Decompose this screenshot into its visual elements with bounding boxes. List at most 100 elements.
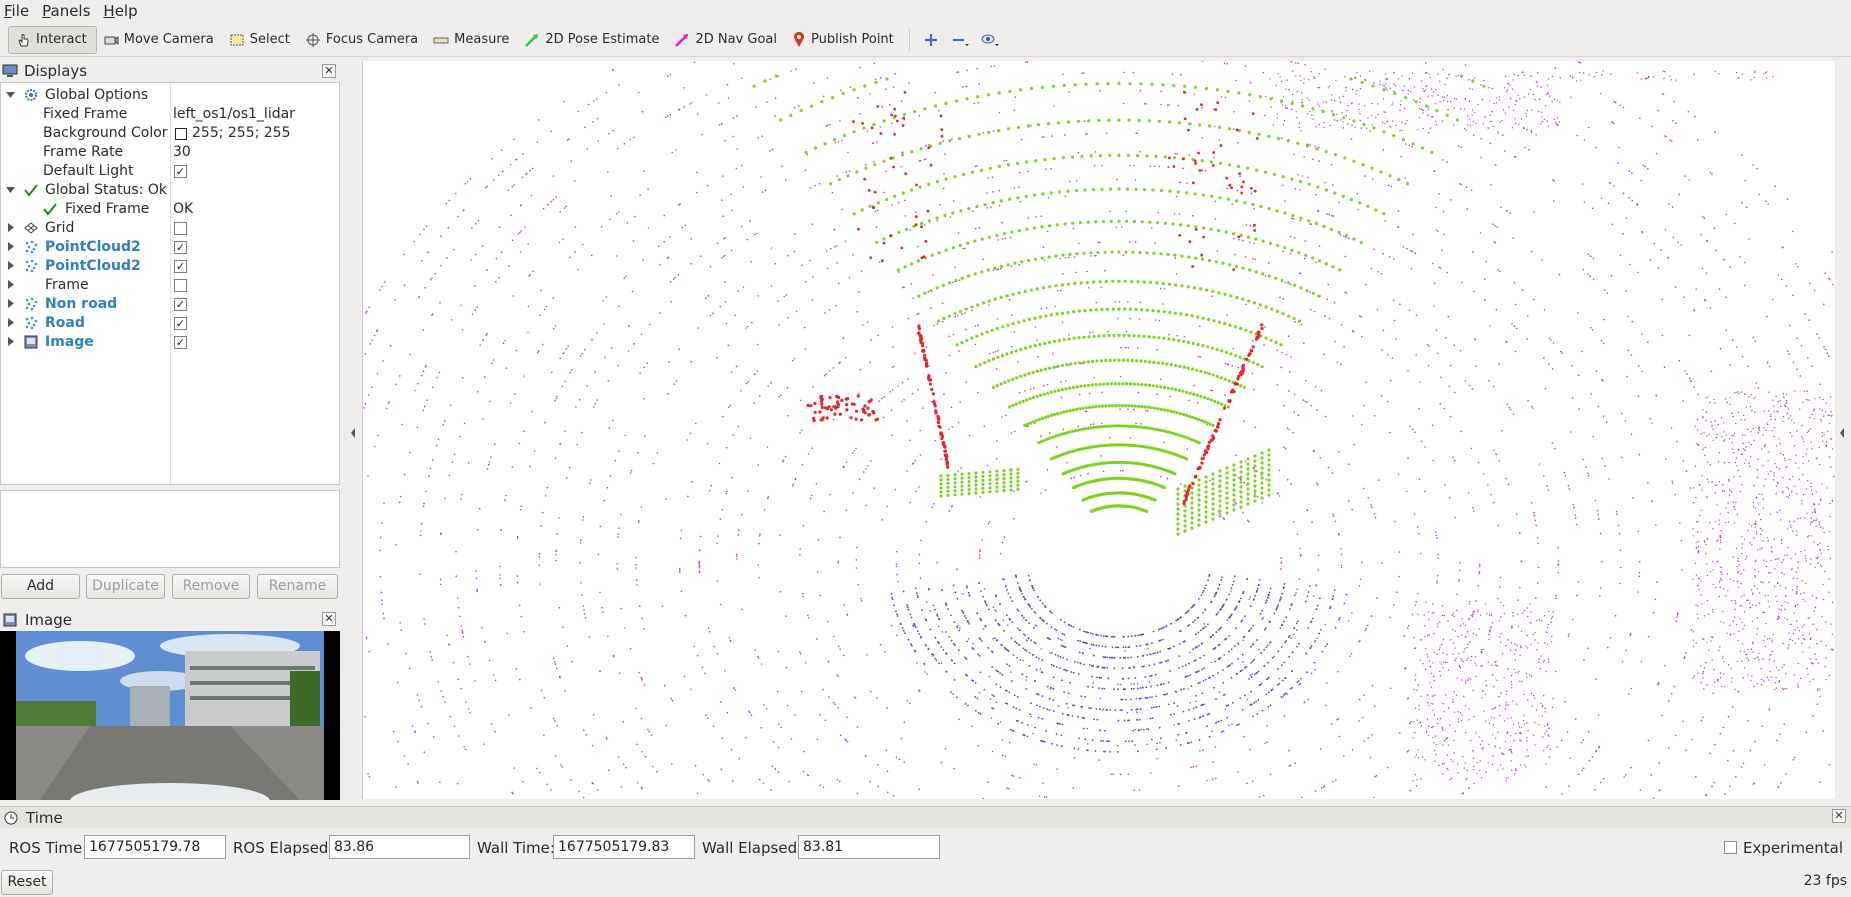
grid-icon (24, 222, 38, 234)
point-cloud-icon (25, 297, 38, 311)
wall-elapsed-label: Wall Elapsed: (702, 839, 803, 857)
default-light-label: Default Light (43, 163, 134, 179)
tree-row-fixed-frame[interactable]: Fixed Frame left_os1/os1_lidar (1, 105, 339, 124)
tree-row-pointcloud2-1[interactable]: PointCloud2 ✓ (1, 238, 339, 257)
reset-button[interactable]: Reset (1, 870, 53, 895)
nav-goal-label: 2D Nav Goal (695, 32, 778, 47)
minus-icon (952, 38, 969, 46)
display-item-label: PointCloud2 (45, 239, 141, 255)
time-panel-close-button[interactable]: ✕ (1832, 809, 1846, 823)
displays-tree: Global Options Fixed Frame left_os1/os1_… (0, 82, 340, 485)
frame-rate-value[interactable]: 30 (173, 144, 191, 160)
tree-row-default-light[interactable]: Default Light ✓ (1, 162, 339, 181)
plus-icon (924, 33, 937, 46)
experimental-checkbox[interactable] (1724, 841, 1737, 854)
color-swatch[interactable] (175, 128, 187, 140)
collapse-right-arrow-icon[interactable] (1837, 425, 1847, 441)
tree-row-image[interactable]: Image ✓ (1, 333, 339, 352)
duplicate-display-button[interactable]: Duplicate (86, 574, 165, 599)
hand-pointer-icon (18, 33, 29, 46)
tree-row-frame[interactable]: Frame (1, 276, 339, 295)
wall-time-field[interactable] (553, 835, 695, 859)
frame-checkbox[interactable] (174, 279, 187, 292)
expand-down-arrow-icon[interactable] (6, 185, 15, 194)
expand-right-arrow-icon[interactable] (6, 280, 15, 289)
image-panel-close-button[interactable]: ✕ (322, 612, 336, 626)
experimental-label: Experimental (1743, 839, 1844, 857)
display-buttons: Add Duplicate Remove Rename (0, 574, 340, 600)
menu-file[interactable]: File (4, 2, 29, 20)
measure-label: Measure (454, 32, 510, 47)
collapse-left-arrow-icon[interactable] (348, 425, 358, 441)
publish-point-label: Publish Point (811, 32, 894, 47)
image-checkbox[interactable]: ✓ (174, 336, 187, 349)
tree-row-global-options[interactable]: Global Options (1, 86, 339, 105)
pointcloud2-checkbox[interactable]: ✓ (174, 260, 187, 273)
tree-row-background-color[interactable]: Background Color 255; 255; 255 (1, 124, 339, 143)
point-cloud-render[interactable] (363, 61, 1835, 799)
tree-row-non-road[interactable]: Non road ✓ (1, 295, 339, 314)
tree-row-pointcloud2-2[interactable]: PointCloud2 ✓ (1, 257, 339, 276)
add-display-button[interactable]: Add (1, 574, 80, 599)
3d-viewport[interactable] (362, 61, 1835, 799)
frame-rate-label: Frame Rate (43, 144, 124, 160)
ros-elapsed-field[interactable] (329, 835, 470, 859)
expand-right-arrow-icon[interactable] (6, 261, 15, 270)
point-cloud-icon (25, 259, 38, 273)
displays-close-button[interactable]: ✕ (322, 64, 336, 78)
clock-icon (4, 811, 18, 824)
nav-goal-tool-button[interactable]: 2D Nav Goal (668, 26, 786, 54)
global-options-label: Global Options (45, 87, 149, 103)
tree-row-road[interactable]: Road ✓ (1, 314, 339, 333)
focus-camera-tool-button[interactable]: Focus Camera (299, 26, 427, 54)
grid-checkbox[interactable] (174, 222, 187, 235)
status-fixed-frame-label: Fixed Frame (65, 201, 150, 217)
select-label: Select (249, 32, 290, 47)
focus-crosshair-icon (305, 32, 320, 47)
wall-elapsed-field[interactable] (798, 835, 940, 859)
left-splitter[interactable] (348, 61, 358, 799)
display-item-label: PointCloud2 (45, 258, 141, 274)
background-color-value[interactable]: 255; 255; 255 (192, 125, 291, 141)
remove-display-button[interactable]: Remove (172, 574, 250, 599)
right-splitter[interactable] (1837, 61, 1847, 799)
expand-right-arrow-icon[interactable] (6, 299, 15, 308)
add-tool-button[interactable] (916, 26, 946, 54)
expand-right-arrow-icon[interactable] (6, 223, 15, 232)
rename-display-button[interactable]: Rename (257, 574, 338, 599)
expand-right-arrow-icon[interactable] (6, 242, 15, 251)
status-fixed-frame-value: OK (173, 201, 194, 217)
expand-right-arrow-icon[interactable] (6, 337, 15, 346)
menu-panels[interactable]: Panels (42, 2, 90, 20)
display-item-label: Non road (45, 296, 118, 312)
move-camera-tool-button[interactable]: Move Camera (97, 26, 223, 54)
select-tool-button[interactable]: Select (223, 26, 299, 54)
expand-down-arrow-icon[interactable] (6, 90, 15, 99)
tree-row-global-status[interactable]: Global Status: Ok (1, 181, 339, 200)
publish-point-tool-button[interactable]: Publish Point (786, 26, 903, 54)
remove-tool-button[interactable] (946, 26, 976, 54)
interact-tool-button[interactable]: Interact (8, 25, 97, 54)
fixed-frame-value[interactable]: left_os1/os1_lidar (173, 106, 295, 122)
pointcloud2-checkbox[interactable]: ✓ (174, 241, 187, 254)
measure-tool-button[interactable]: Measure (427, 26, 518, 54)
status-row: Reset 23 fps (0, 869, 1851, 895)
tree-row-status-fixed-frame[interactable]: Fixed Frame OK (1, 200, 339, 219)
display-description-box (0, 490, 340, 568)
image-icon (24, 335, 38, 349)
ros-time-field[interactable] (84, 835, 226, 859)
menu-help[interactable]: Help (103, 2, 137, 20)
map-pin-icon (794, 31, 804, 47)
expand-right-arrow-icon[interactable] (6, 318, 15, 327)
pose-estimate-label: 2D Pose Estimate (545, 32, 660, 47)
non-road-checkbox[interactable]: ✓ (174, 298, 187, 311)
road-checkbox[interactable]: ✓ (174, 317, 187, 330)
tree-row-frame-rate[interactable]: Frame Rate 30 (1, 143, 339, 162)
pose-estimate-tool-button[interactable]: 2D Pose Estimate (518, 26, 668, 54)
magenta-arrow-icon (675, 33, 689, 47)
view-options-button[interactable] (976, 26, 1006, 54)
fps-counter: 23 fps (1803, 873, 1847, 889)
monitor-icon (2, 64, 18, 77)
tree-row-grid[interactable]: Grid (1, 219, 339, 238)
default-light-checkbox[interactable]: ✓ (174, 165, 187, 178)
